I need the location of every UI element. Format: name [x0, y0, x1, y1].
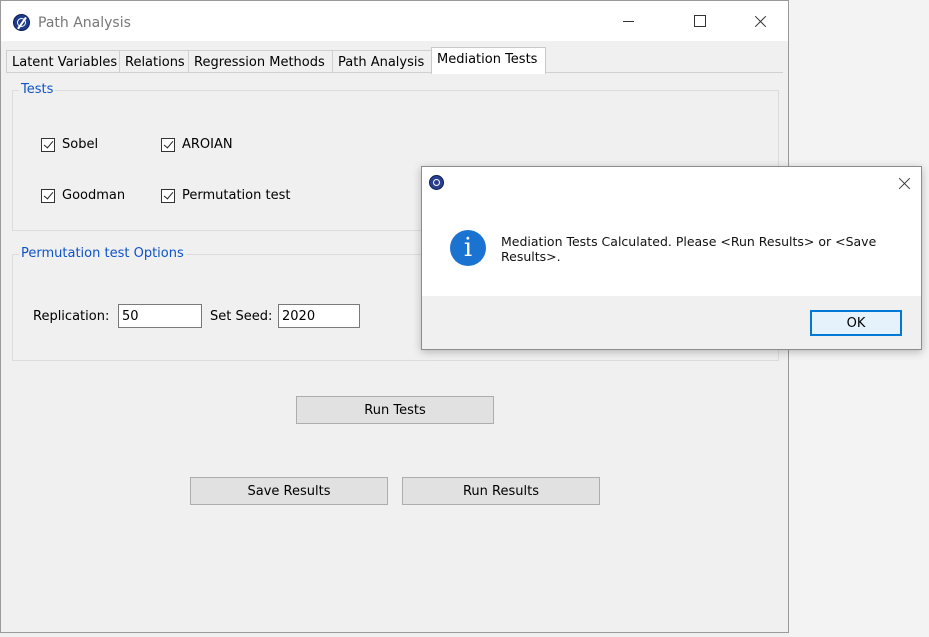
maximize-icon — [694, 15, 706, 27]
title-bar[interactable]: Path Analysis — [1, 1, 788, 41]
checkbox-checked-icon — [161, 188, 175, 203]
tab-latent-variables[interactable]: Latent Variables — [6, 50, 120, 73]
maximize-button[interactable] — [677, 1, 723, 41]
checkbox-label: Sobel — [62, 137, 99, 152]
save-results-button[interactable]: Save Results — [190, 477, 388, 505]
permutation-test-checkbox[interactable]: Permutation test — [161, 188, 290, 203]
checkbox-label: Permutation test — [182, 188, 291, 203]
sobel-checkbox[interactable]: Sobel — [41, 137, 98, 152]
message-dialog: i Mediation Tests Calculated. Please <Ru… — [421, 166, 922, 350]
tab-relations[interactable]: Relations — [119, 50, 189, 73]
tab-regression-methods[interactable]: Regression Methods — [188, 50, 333, 73]
dialog-message: Mediation Tests Calculated. Please <Run … — [501, 234, 877, 264]
close-icon — [754, 15, 767, 28]
app-icon — [13, 14, 30, 31]
replication-input[interactable] — [118, 304, 202, 328]
info-icon: i — [450, 230, 486, 266]
mediation-tests-panel: Tests Sobel AROIAN Goodman Permutation t… — [6, 72, 783, 630]
checkbox-checked-icon — [41, 137, 55, 152]
close-icon — [898, 177, 911, 190]
permutation-options-title: Permutation test Options — [19, 246, 186, 261]
checkbox-label: Goodman — [62, 188, 126, 203]
close-button[interactable] — [737, 1, 783, 41]
ok-button[interactable]: OK — [810, 310, 902, 336]
window-title: Path Analysis — [38, 15, 131, 31]
minimize-icon — [622, 20, 634, 22]
dialog-title-bar[interactable] — [422, 167, 921, 199]
tests-group-title: Tests — [19, 82, 56, 97]
seed-input[interactable] — [278, 304, 360, 328]
tab-path-analysis[interactable]: Path Analysis — [332, 50, 432, 73]
checkbox-checked-icon — [161, 137, 175, 152]
minimize-button[interactable] — [605, 1, 651, 41]
dialog-close-button[interactable] — [886, 167, 922, 199]
replication-label: Replication: — [33, 309, 110, 324]
checkbox-label: AROIAN — [182, 137, 233, 152]
dialog-body: i Mediation Tests Calculated. Please <Ru… — [422, 199, 921, 296]
seed-label: Set Seed: — [210, 309, 273, 324]
tab-mediation-tests[interactable]: Mediation Tests — [431, 47, 546, 74]
aroian-checkbox[interactable]: AROIAN — [161, 137, 233, 152]
app-icon — [429, 175, 444, 190]
checkbox-checked-icon — [41, 188, 55, 203]
run-tests-button[interactable]: Run Tests — [296, 396, 494, 424]
run-results-button[interactable]: Run Results — [402, 477, 600, 505]
goodman-checkbox[interactable]: Goodman — [41, 188, 125, 203]
